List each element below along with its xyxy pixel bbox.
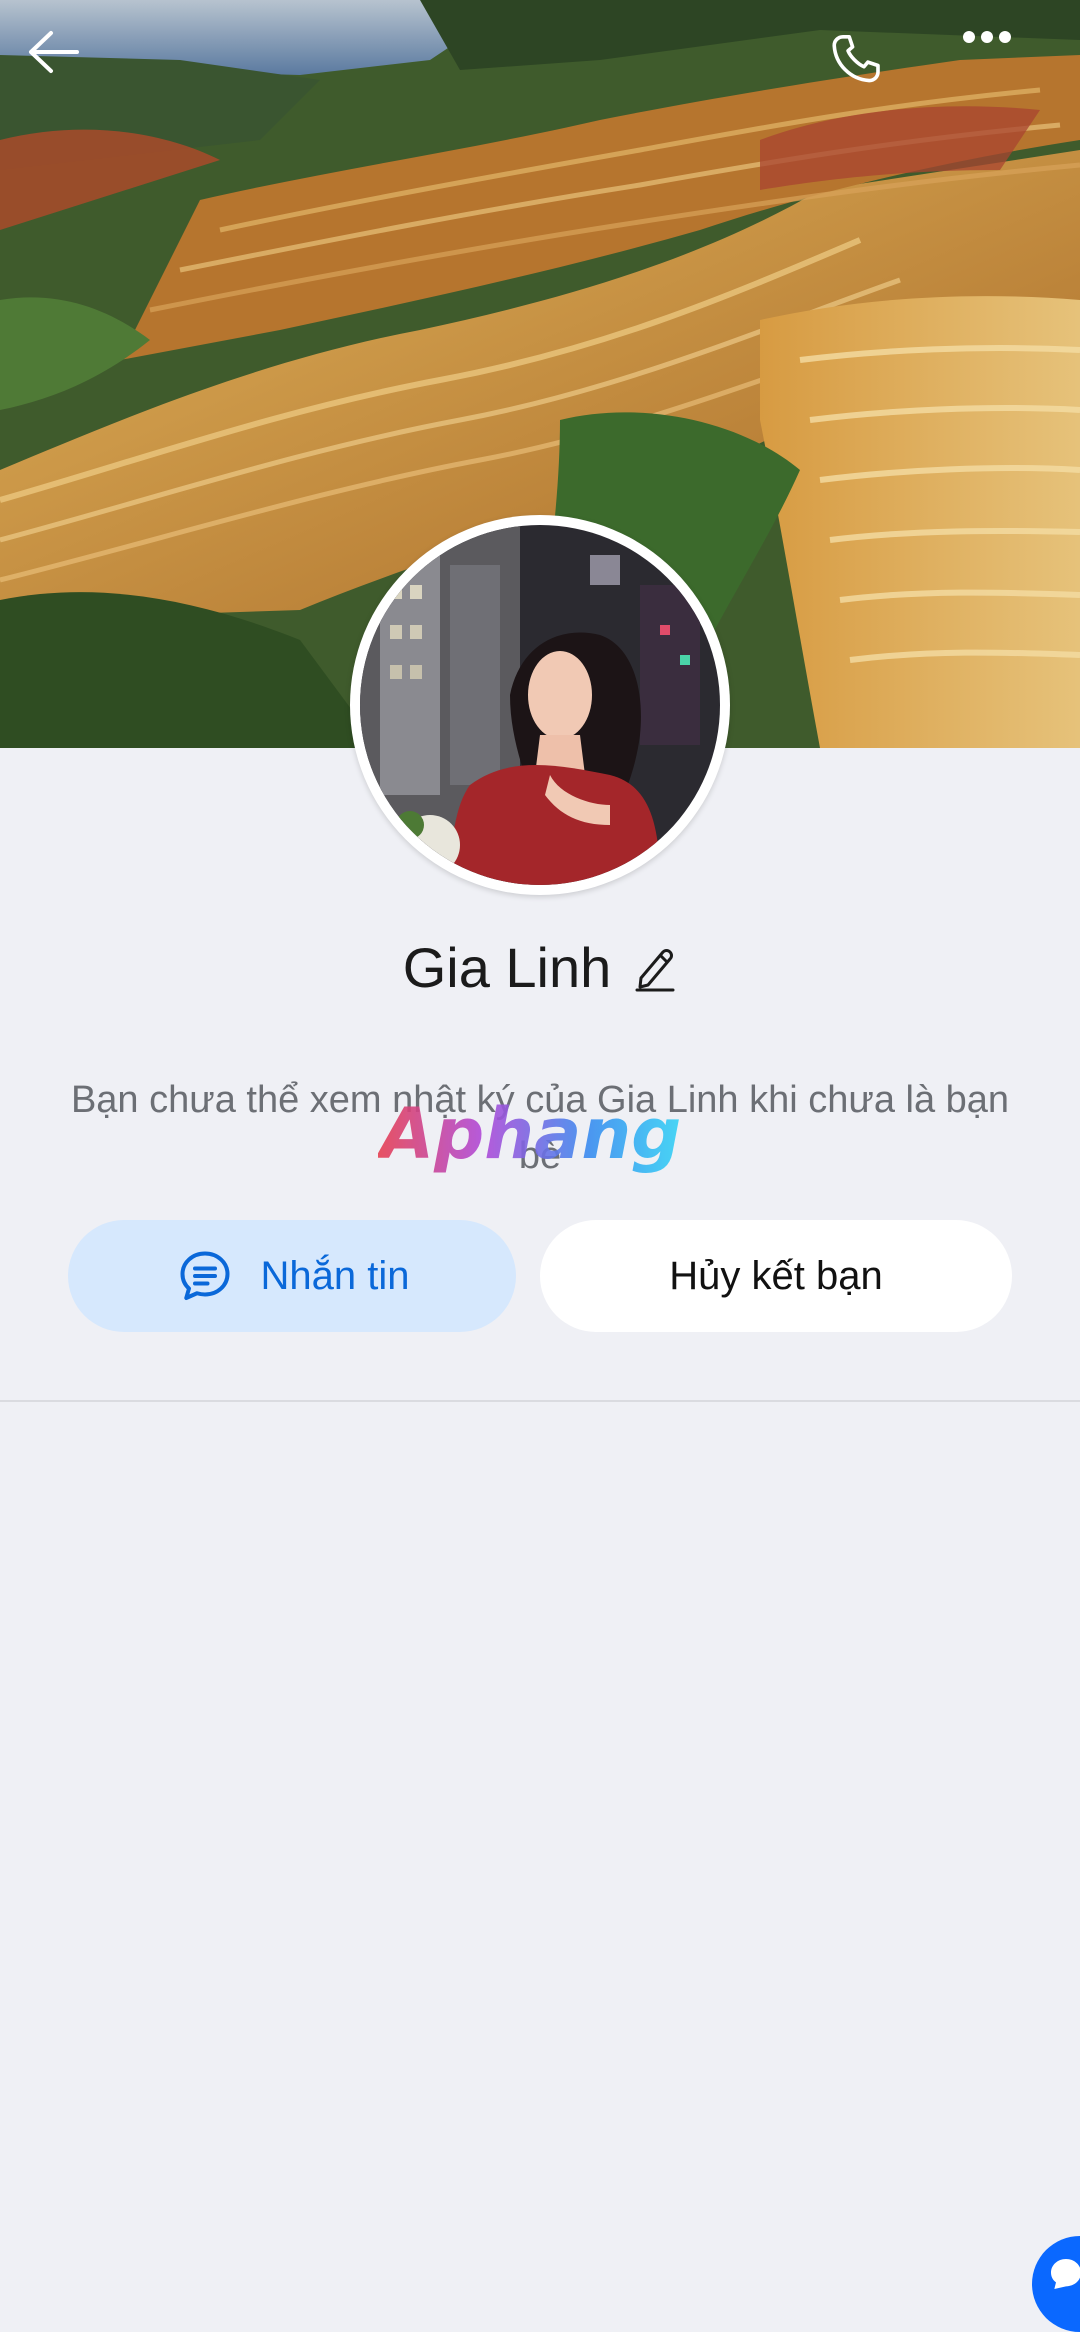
floating-chat-button[interactable] xyxy=(1032,2236,1080,2332)
phone-icon xyxy=(832,34,880,83)
chat-bubble-fab-icon xyxy=(1051,2259,1080,2289)
arrow-left-icon xyxy=(29,31,79,73)
call-button[interactable] xyxy=(827,30,927,130)
svg-text:Aphang: Aphang xyxy=(378,1096,681,1175)
unfriend-button-label: Hủy kết bạn xyxy=(669,1253,883,1298)
more-options-button[interactable] xyxy=(962,30,1062,130)
profile-name: Gia Linh xyxy=(402,936,612,999)
unfriend-button[interactable]: Hủy kết bạn xyxy=(540,1220,1012,1332)
watermark-logo: Aphang xyxy=(378,1096,681,1175)
avatar-photo xyxy=(360,525,720,885)
avatar[interactable] xyxy=(360,525,720,885)
pencil-icon[interactable] xyxy=(633,944,677,992)
more-horizontal-icon xyxy=(963,31,1011,43)
chat-bubble-icon xyxy=(180,1251,229,1300)
avatar-frame[interactable] xyxy=(350,515,730,895)
profile-name-row: Gia Linh xyxy=(0,935,1080,1000)
divider xyxy=(0,1400,1080,1402)
message-button[interactable]: Nhắn tin xyxy=(68,1220,516,1332)
message-button-label: Nhắn tin xyxy=(260,1253,410,1298)
back-button[interactable] xyxy=(27,30,127,130)
